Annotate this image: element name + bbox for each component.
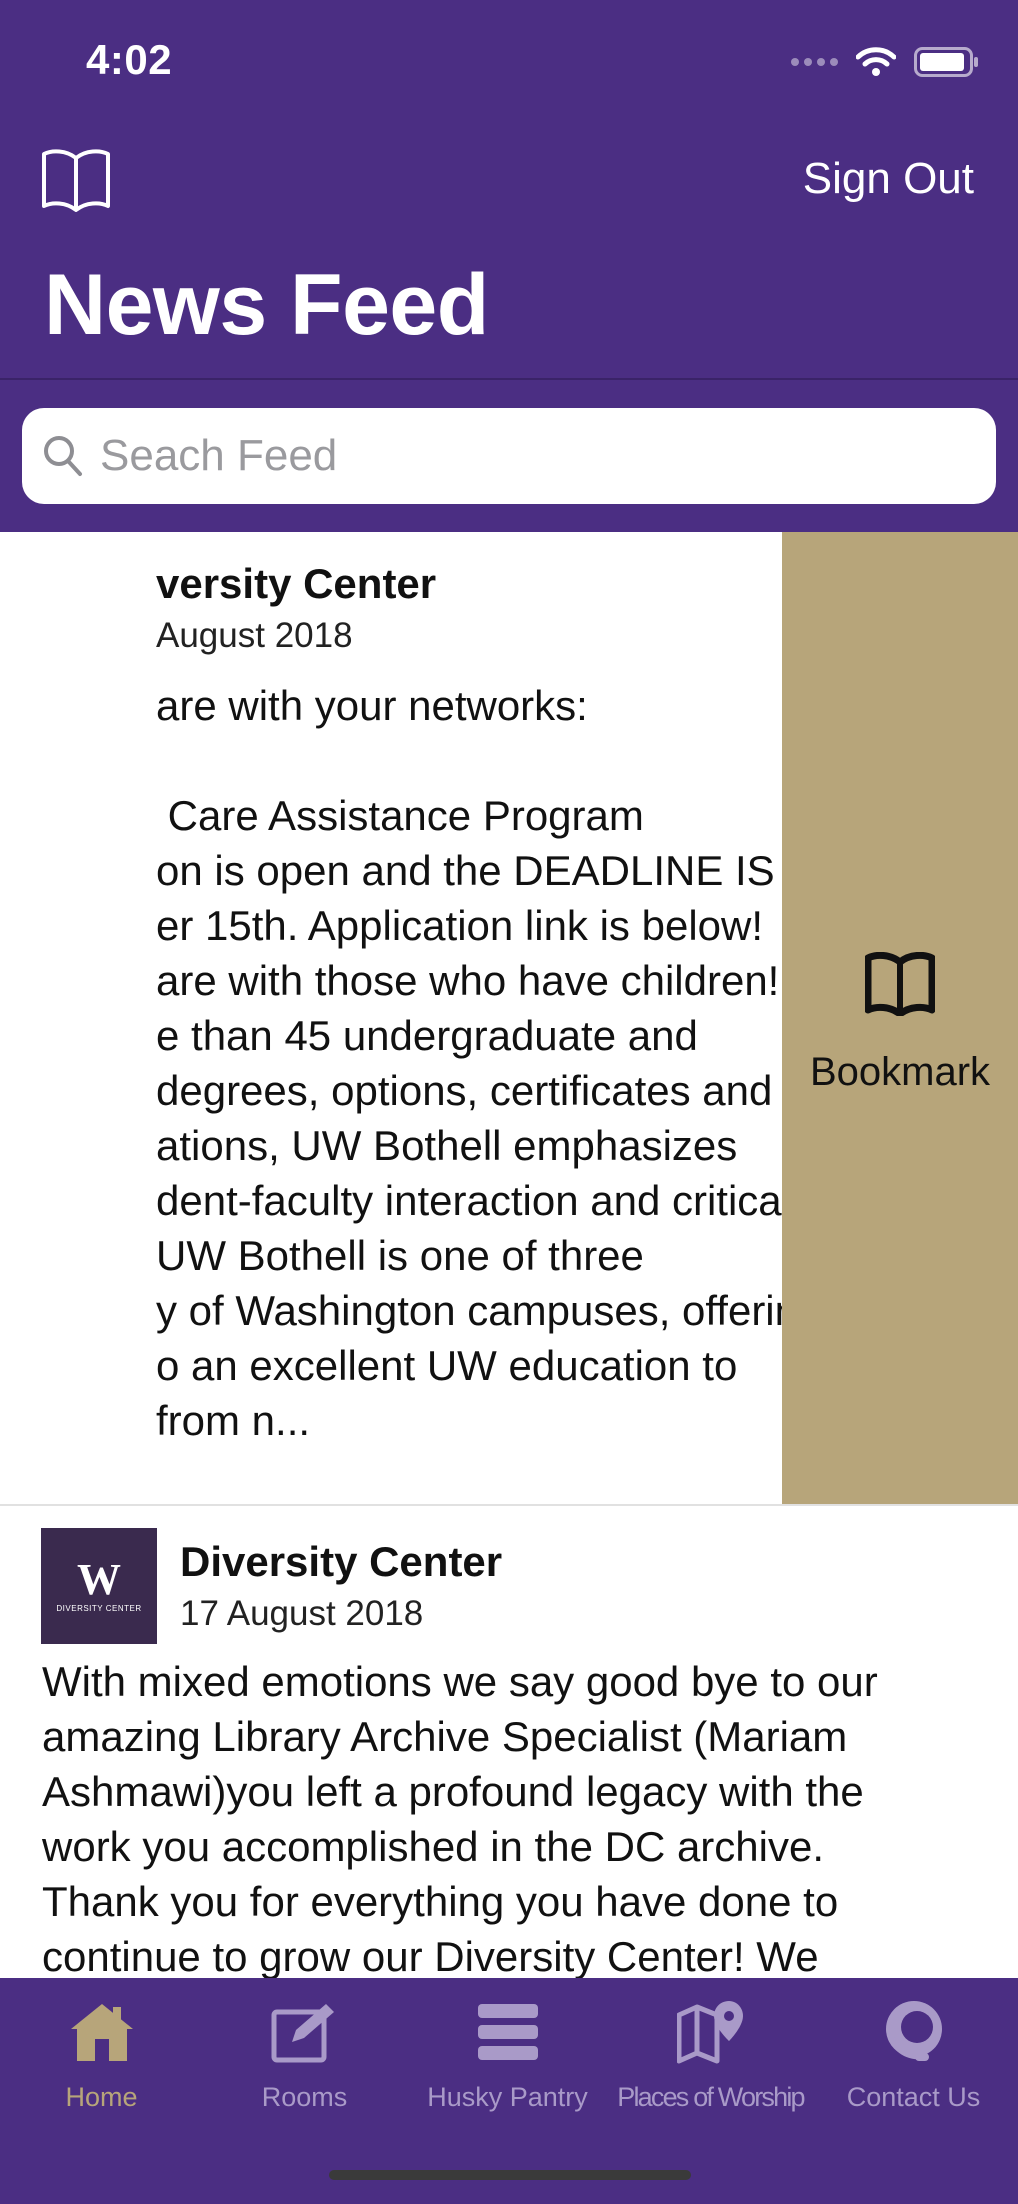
wifi-icon	[856, 47, 896, 77]
tab-home[interactable]: Home	[0, 1978, 203, 2118]
home-icon	[0, 1994, 203, 2070]
home-indicator	[329, 2170, 691, 2180]
battery-icon	[914, 47, 980, 77]
tab-places-of-worship[interactable]: Places of Worship	[609, 1978, 812, 2118]
search-bar-area	[0, 380, 1018, 532]
header: 4:02 Sign Out News Feed	[0, 0, 1018, 380]
stack-icon	[406, 1994, 609, 2070]
feed-post[interactable]: W DIVERSITY CENTER Diversity Center 17 A…	[0, 1506, 1018, 1978]
tab-label: Contact Us	[846, 2082, 981, 2112]
tab-label: Places of Worship	[617, 2082, 805, 2112]
post-organization: Diversity Center	[180, 1538, 503, 1585]
nav-bar: Sign Out	[0, 140, 1018, 220]
tab-label: Husky Pantry	[427, 2082, 588, 2112]
sign-out-button[interactable]: Sign Out	[803, 154, 974, 204]
avatar-letter: W	[77, 1555, 121, 1604]
search-icon	[42, 434, 84, 483]
page-title: News Feed	[44, 257, 489, 353]
tab-rooms[interactable]: Rooms	[203, 1978, 406, 2118]
news-feed-list[interactable]: versity Center August 2018 are with your…	[0, 532, 1018, 1978]
search-field[interactable]	[22, 408, 996, 504]
map-pin-icon	[609, 1994, 812, 2070]
status-icons	[791, 44, 980, 80]
headset-icon	[812, 1994, 1015, 2070]
edit-icon	[203, 1994, 406, 2070]
avatar: W DIVERSITY CENTER	[41, 1528, 157, 1644]
bookmark-swipe-action[interactable]: Bookmark	[782, 532, 1018, 1504]
post-body: are with your networks: Care Assistance …	[156, 682, 822, 1444]
post-date: August 2018	[156, 616, 353, 655]
post-body: With mixed emotions we say good bye to o…	[42, 1658, 878, 1978]
post-date: 17 August 2018	[180, 1594, 424, 1633]
search-input[interactable]	[100, 408, 960, 504]
tab-husky-pantry[interactable]: Husky Pantry	[406, 1978, 609, 2118]
signal-icon	[791, 58, 838, 66]
feed-post[interactable]: versity Center August 2018 are with your…	[0, 532, 1018, 1504]
tab-contact-us[interactable]: Contact Us	[812, 1978, 1015, 2118]
status-time: 4:02	[86, 36, 173, 83]
tab-label: Home	[65, 2082, 138, 2112]
bookmark-label: Bookmark	[809, 1050, 991, 1094]
book-open-icon	[864, 951, 936, 1021]
book-open-icon[interactable]	[40, 146, 118, 214]
tab-label: Rooms	[261, 2082, 348, 2112]
post-organization: versity Center	[156, 560, 437, 607]
avatar-subtitle: DIVERSITY CENTER	[56, 1604, 142, 1613]
